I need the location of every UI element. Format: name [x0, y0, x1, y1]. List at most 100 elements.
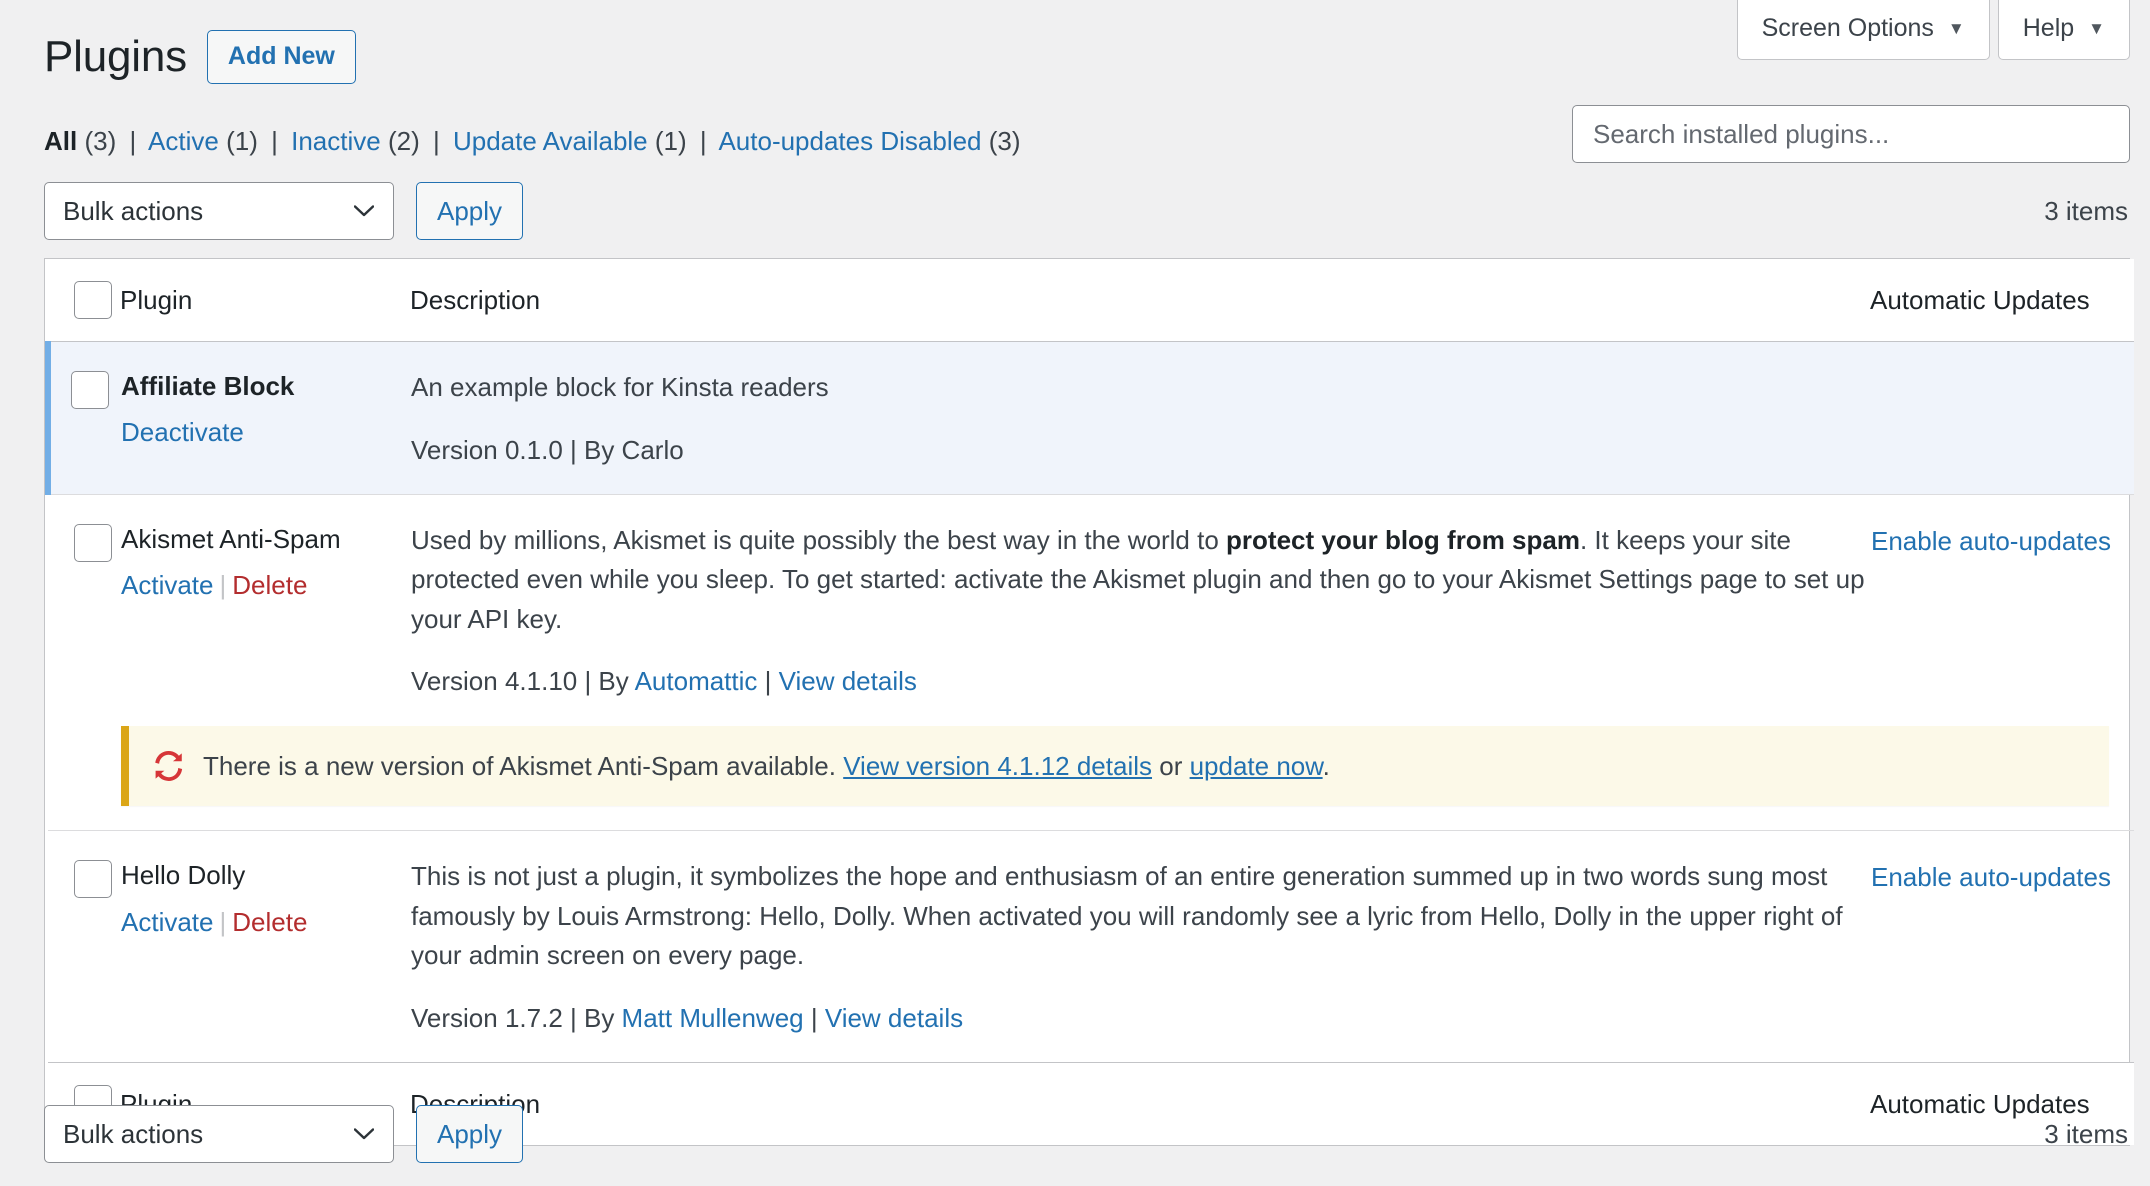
description-bold: protect your blog from spam [1226, 525, 1580, 555]
plugin-description-akismet: Used by millions, Akismet is quite possi… [411, 521, 1866, 640]
plugin-title-hello-dolly: Hello Dolly [121, 857, 409, 893]
plugin-meta-affiliate-block: Version 0.1.0 | By Carlo [411, 432, 1869, 468]
table-row: Hello Dolly Activate|Delete This is not … [48, 831, 2134, 1063]
automatic-updates-cell: Enable auto-updates [1870, 831, 2134, 1063]
enable-auto-updates-link-hello-dolly[interactable]: Enable auto-updates [1871, 862, 2111, 892]
screen-options-button[interactable]: Screen Options ▼ [1737, 0, 1990, 60]
view-details-link-akismet[interactable]: View details [779, 666, 917, 696]
filter-count-inactive: (2) [388, 126, 420, 156]
filter-links: All (3) | Active (1) | Inactive (2) | Up… [44, 126, 1021, 157]
delete-link-hello-dolly[interactable]: Delete [232, 907, 307, 937]
plugins-table: Plugin Description Automatic Updates Aff… [44, 258, 2130, 1146]
plugin-name-cell: Akismet Anti-Spam Activate|Delete [120, 494, 410, 725]
select-all-checkbox-top[interactable] [74, 281, 112, 319]
version-text: Version 0.1.0 | By [411, 435, 622, 465]
screen-options-label: Screen Options [1762, 16, 1934, 41]
delete-link-akismet[interactable]: Delete [232, 570, 307, 600]
help-button[interactable]: Help ▼ [1998, 0, 2130, 60]
chevron-down-icon: ▼ [1948, 20, 1965, 37]
meta-separator: | [757, 666, 778, 696]
plugin-name-cell: Hello Dolly Activate|Delete [120, 831, 410, 1063]
table-header-row: Plugin Description Automatic Updates [48, 259, 2134, 342]
filter-count-auto-updates-disabled: (3) [989, 126, 1021, 156]
activate-link-akismet[interactable]: Activate [121, 570, 214, 600]
filter-link-auto-updates-disabled[interactable]: Auto-updates Disabled [718, 126, 981, 156]
view-details-link-hello-dolly[interactable]: View details [825, 1003, 963, 1033]
notice-text-middle: or [1152, 751, 1190, 781]
chevron-down-icon: ▼ [2088, 20, 2105, 37]
page-title: Plugins [44, 33, 187, 81]
version-text: Version 1.7.2 | By [411, 1003, 622, 1033]
plugin-description-hello-dolly: This is not just a plugin, it symbolizes… [411, 857, 1866, 976]
items-count-top: 3 items [2044, 196, 2130, 227]
bulk-actions-select-wrap: Bulk actions [44, 182, 394, 240]
activate-link-hello-dolly[interactable]: Activate [121, 907, 214, 937]
bulk-actions-select-top[interactable]: Bulk actions [44, 182, 394, 240]
filter-count-update-available: (1) [655, 126, 687, 156]
deactivate-link-affiliate-block[interactable]: Deactivate [121, 417, 244, 447]
screen-meta-toolbar: Screen Options ▼ Help ▼ [1737, 0, 2130, 60]
filter-count-active: (1) [226, 126, 258, 156]
row-actions-akismet: Activate|Delete [121, 567, 409, 603]
author-link-matt-mullenweg[interactable]: Matt Mullenweg [622, 1003, 804, 1033]
update-now-link[interactable]: update now [1190, 751, 1323, 781]
filter-link-update-available[interactable]: Update Available [453, 126, 648, 156]
row-actions-affiliate-block: Deactivate [121, 414, 409, 450]
row-checkbox-cell [48, 831, 120, 1063]
update-icon [151, 749, 185, 783]
apply-button-bottom[interactable]: Apply [416, 1105, 523, 1163]
version-text: Version 4.1.10 | By [411, 666, 635, 696]
table-row: Affiliate Block Deactivate An example bl… [48, 342, 2134, 495]
meta-separator: | [804, 1003, 825, 1033]
page-heading-group: Plugins Add New [44, 30, 356, 84]
row-checkbox-cell [48, 342, 120, 495]
select-all-header [48, 259, 120, 342]
row-checkbox-cell [48, 494, 120, 725]
search-box [1572, 105, 2130, 163]
plugin-title-affiliate-block: Affiliate Block [121, 368, 409, 404]
row-checkbox-akismet[interactable] [74, 524, 112, 562]
table-row: Akismet Anti-Spam Activate|Delete Used b… [48, 494, 2134, 725]
items-count-bottom: 3 items [2044, 1119, 2130, 1150]
notice-spacer-cell [48, 726, 120, 831]
filter-link-active[interactable]: Active [148, 126, 219, 156]
bulk-actions-select-bottom[interactable]: Bulk actions [44, 1105, 394, 1163]
automatic-updates-cell: Enable auto-updates [1870, 494, 2134, 725]
plugin-name-cell: Affiliate Block Deactivate [120, 342, 410, 495]
author-name: Carlo [622, 435, 684, 465]
apply-button-top[interactable]: Apply [416, 182, 523, 240]
notice-text-before: There is a new version of Akismet Anti-S… [203, 751, 843, 781]
notice-text-after: . [1323, 751, 1330, 781]
tablenav-bottom: Bulk actions Apply 3 items [44, 1105, 2130, 1163]
enable-auto-updates-link-akismet[interactable]: Enable auto-updates [1871, 526, 2111, 556]
row-actions-hello-dolly: Activate|Delete [121, 904, 409, 940]
plugin-title-akismet: Akismet Anti-Spam [121, 521, 409, 557]
plugin-description-cell: Used by millions, Akismet is quite possi… [410, 494, 1870, 725]
plugins-page: Screen Options ▼ Help ▼ Plugins Add New … [0, 0, 2150, 1186]
filter-separator: | [123, 126, 142, 156]
column-header-automatic-updates: Automatic Updates [1870, 259, 2134, 342]
table-body: Affiliate Block Deactivate An example bl… [48, 342, 2134, 1063]
update-notice-row: There is a new version of Akismet Anti-S… [48, 726, 2134, 831]
plugin-meta-akismet: Version 4.1.10 | By Automattic | View de… [411, 663, 1869, 699]
filter-link-all[interactable]: All [44, 126, 77, 156]
help-label: Help [2023, 16, 2074, 41]
column-header-description: Description [410, 259, 1870, 342]
tablenav-top: Bulk actions Apply 3 items [44, 182, 2130, 240]
row-checkbox-hello-dolly[interactable] [74, 860, 112, 898]
plugin-meta-hello-dolly: Version 1.7.2 | By Matt Mullenweg | View… [411, 1000, 1869, 1036]
update-notice-text: There is a new version of Akismet Anti-S… [203, 748, 1330, 784]
view-version-details-link[interactable]: View version 4.1.12 details [843, 751, 1152, 781]
plugin-update-notice-akismet: There is a new version of Akismet Anti-S… [121, 726, 2109, 806]
filter-link-inactive[interactable]: Inactive [291, 126, 381, 156]
filter-separator: | [694, 126, 713, 156]
add-new-button[interactable]: Add New [207, 30, 356, 84]
notice-cell: There is a new version of Akismet Anti-S… [120, 726, 2134, 831]
author-link-automattic[interactable]: Automattic [635, 666, 758, 696]
column-header-plugin: Plugin [120, 259, 410, 342]
filter-count-all: (3) [84, 126, 116, 156]
plugin-description-affiliate-block: An example block for Kinsta readers [411, 368, 1866, 408]
row-checkbox-affiliate-block[interactable] [71, 371, 109, 409]
bulk-actions-select-wrap: Bulk actions [44, 1105, 394, 1163]
search-input[interactable] [1572, 105, 2130, 163]
